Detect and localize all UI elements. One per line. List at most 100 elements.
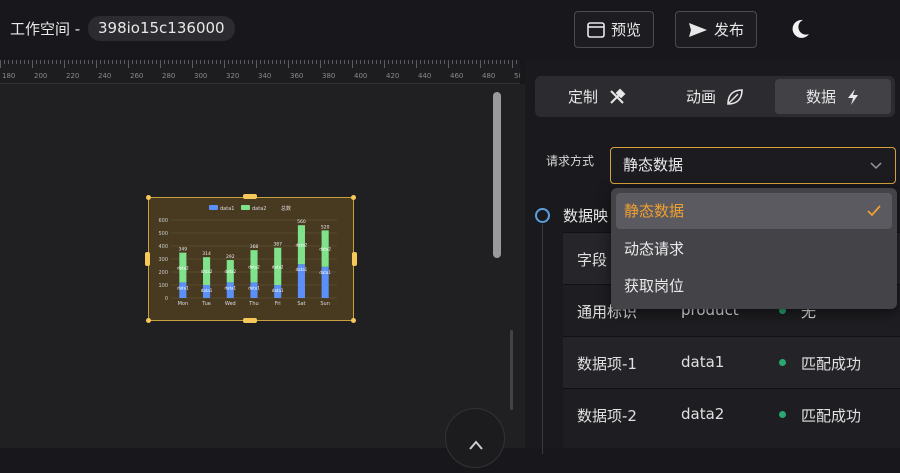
panel-tabs: 定制 动画 数据 — [535, 76, 895, 117]
x-tick-label: Fri — [275, 301, 281, 307]
total-label: 560 — [297, 219, 306, 225]
ruler-tick-label: 340 — [258, 72, 271, 80]
row-value: data2 — [681, 405, 725, 423]
series-label: data2 — [272, 264, 284, 269]
ruler-tick-label: 480 — [482, 72, 495, 80]
ruler-ticks: 180 200 220 240 260 280 300 320 340 360 380 400 420 4… — [0, 60, 520, 80]
series-label: data1 — [201, 288, 213, 293]
chart-component[interactable]: data1 data2 总数 0 100 200 300 400 500 600 349 data1 d… — [148, 197, 354, 321]
row-status: 匹配成功 — [801, 407, 862, 425]
ruler-tick-label: 220 — [66, 72, 79, 80]
y-tick-label: 500 — [158, 231, 168, 237]
tab-animation[interactable]: 动画 — [657, 79, 773, 114]
ruler-tick-label: 200 — [34, 72, 47, 80]
request-method-value: 静态数据 — [623, 156, 684, 174]
request-method-dropdown: 静态数据 动态请求 获取岗位 — [611, 188, 897, 309]
table-row: 数据项-1 data1 匹配成功 — [563, 336, 900, 388]
tools-icon — [610, 88, 626, 104]
resize-handle-left[interactable] — [145, 252, 150, 266]
leaf-icon — [727, 88, 743, 105]
top-bar: 工作空间 - 398io15c136000 预览 发布 — [0, 0, 900, 58]
ruler-tick-label: 180 — [2, 72, 15, 80]
ruler-tick-label: 500 — [514, 72, 520, 80]
resize-handle-top-right[interactable] — [351, 195, 356, 200]
x-tick-label: Mon — [178, 301, 189, 307]
total-label: 292 — [226, 254, 235, 260]
ruler-tick-label: 320 — [226, 72, 239, 80]
series-label: data1 — [177, 285, 189, 290]
total-label: 349 — [179, 247, 188, 253]
dropdown-option-position[interactable]: 获取岗位 — [616, 268, 892, 304]
chevron-down-icon — [870, 162, 882, 170]
row-status: 匹配成功 — [801, 355, 862, 373]
legend-label: data1 — [220, 206, 234, 212]
y-tick-label: 200 — [158, 270, 168, 276]
x-tick-label: Wed — [225, 301, 236, 307]
check-icon — [867, 205, 881, 217]
ruler-tick-label: 240 — [98, 72, 111, 80]
legend-swatch — [209, 205, 218, 210]
x-tick-label: Sun — [320, 301, 330, 307]
series-label: data1 — [248, 285, 260, 290]
publish-label: 发布 — [714, 21, 745, 39]
table-row: 数据项-2 data2 匹配成功 — [563, 388, 900, 440]
total-label: 314 — [202, 251, 211, 257]
resize-handle-top[interactable] — [243, 194, 257, 199]
row-field: 数据项-1 — [577, 355, 637, 373]
legend-label: data2 — [252, 206, 266, 212]
ruler-tick-label: 400 — [354, 72, 367, 80]
request-method-select[interactable]: 静态数据 — [610, 147, 896, 184]
theme-toggle[interactable] — [788, 17, 812, 45]
tab-animation-label: 动画 — [685, 88, 716, 106]
ruler-tick-label: 440 — [418, 72, 431, 80]
tab-custom-label: 定制 — [567, 88, 598, 106]
timeline-node — [535, 208, 550, 223]
series-label: data1 — [225, 285, 237, 290]
resize-handle-bottom[interactable] — [243, 318, 257, 323]
y-tick-label: 400 — [158, 244, 168, 250]
preview-window-icon — [587, 21, 605, 38]
canvas-scrollbar[interactable] — [493, 92, 501, 258]
dropdown-option-static[interactable]: 静态数据 — [616, 193, 892, 229]
row-field: 数据项-2 — [577, 407, 637, 425]
total-label: 520 — [321, 224, 330, 230]
series-label: data2 — [248, 264, 260, 269]
floating-action-button[interactable] — [445, 408, 505, 468]
x-tick-label: Tue — [201, 301, 211, 307]
send-icon — [689, 22, 707, 37]
ruler-tick-label: 460 — [450, 72, 463, 80]
tab-data[interactable]: 数据 — [775, 79, 891, 114]
timeline-line — [542, 224, 543, 454]
series-label: data1 — [296, 267, 308, 272]
legend-swatch — [241, 205, 250, 210]
y-tick-label: 100 — [158, 283, 168, 289]
ruler-tick-label: 360 — [290, 72, 303, 80]
option-label: 获取岗位 — [624, 277, 685, 295]
resize-handle-right[interactable] — [352, 252, 357, 266]
publish-button[interactable]: 发布 — [675, 11, 758, 48]
ruler-tick-label: 280 — [162, 72, 175, 80]
tab-data-label: 数据 — [805, 88, 836, 106]
series-label: data2 — [225, 269, 237, 274]
option-label: 动态请求 — [624, 240, 685, 258]
workspace-label: 工作空间 - — [10, 20, 81, 38]
option-label: 静态数据 — [624, 202, 685, 220]
dropdown-option-dynamic[interactable]: 动态请求 — [616, 231, 892, 267]
workspace-id-badge[interactable]: 398io15c136000 — [88, 16, 235, 41]
horizontal-ruler: 180 200 220 240 260 280 300 320 340 360 380 400 420 4… — [0, 60, 520, 84]
tab-custom[interactable]: 定制 — [539, 79, 655, 114]
ruler-tick-label: 300 — [194, 72, 207, 80]
resize-handle-top-left[interactable] — [146, 195, 151, 200]
row-value: data1 — [681, 353, 725, 371]
resize-handle-bottom-left[interactable] — [146, 318, 151, 323]
total-label: 387 — [273, 242, 282, 248]
y-tick-label: 600 — [158, 218, 168, 224]
y-tick-label: 300 — [158, 257, 168, 263]
preview-button[interactable]: 预览 — [574, 11, 655, 48]
data-mapping-title: 数据映 — [563, 207, 609, 225]
total-label: 368 — [250, 244, 259, 250]
series-label: data2 — [319, 247, 331, 252]
resize-handle-bottom-right[interactable] — [351, 318, 356, 323]
preview-label: 预览 — [611, 21, 642, 39]
upload-icon — [469, 440, 483, 450]
